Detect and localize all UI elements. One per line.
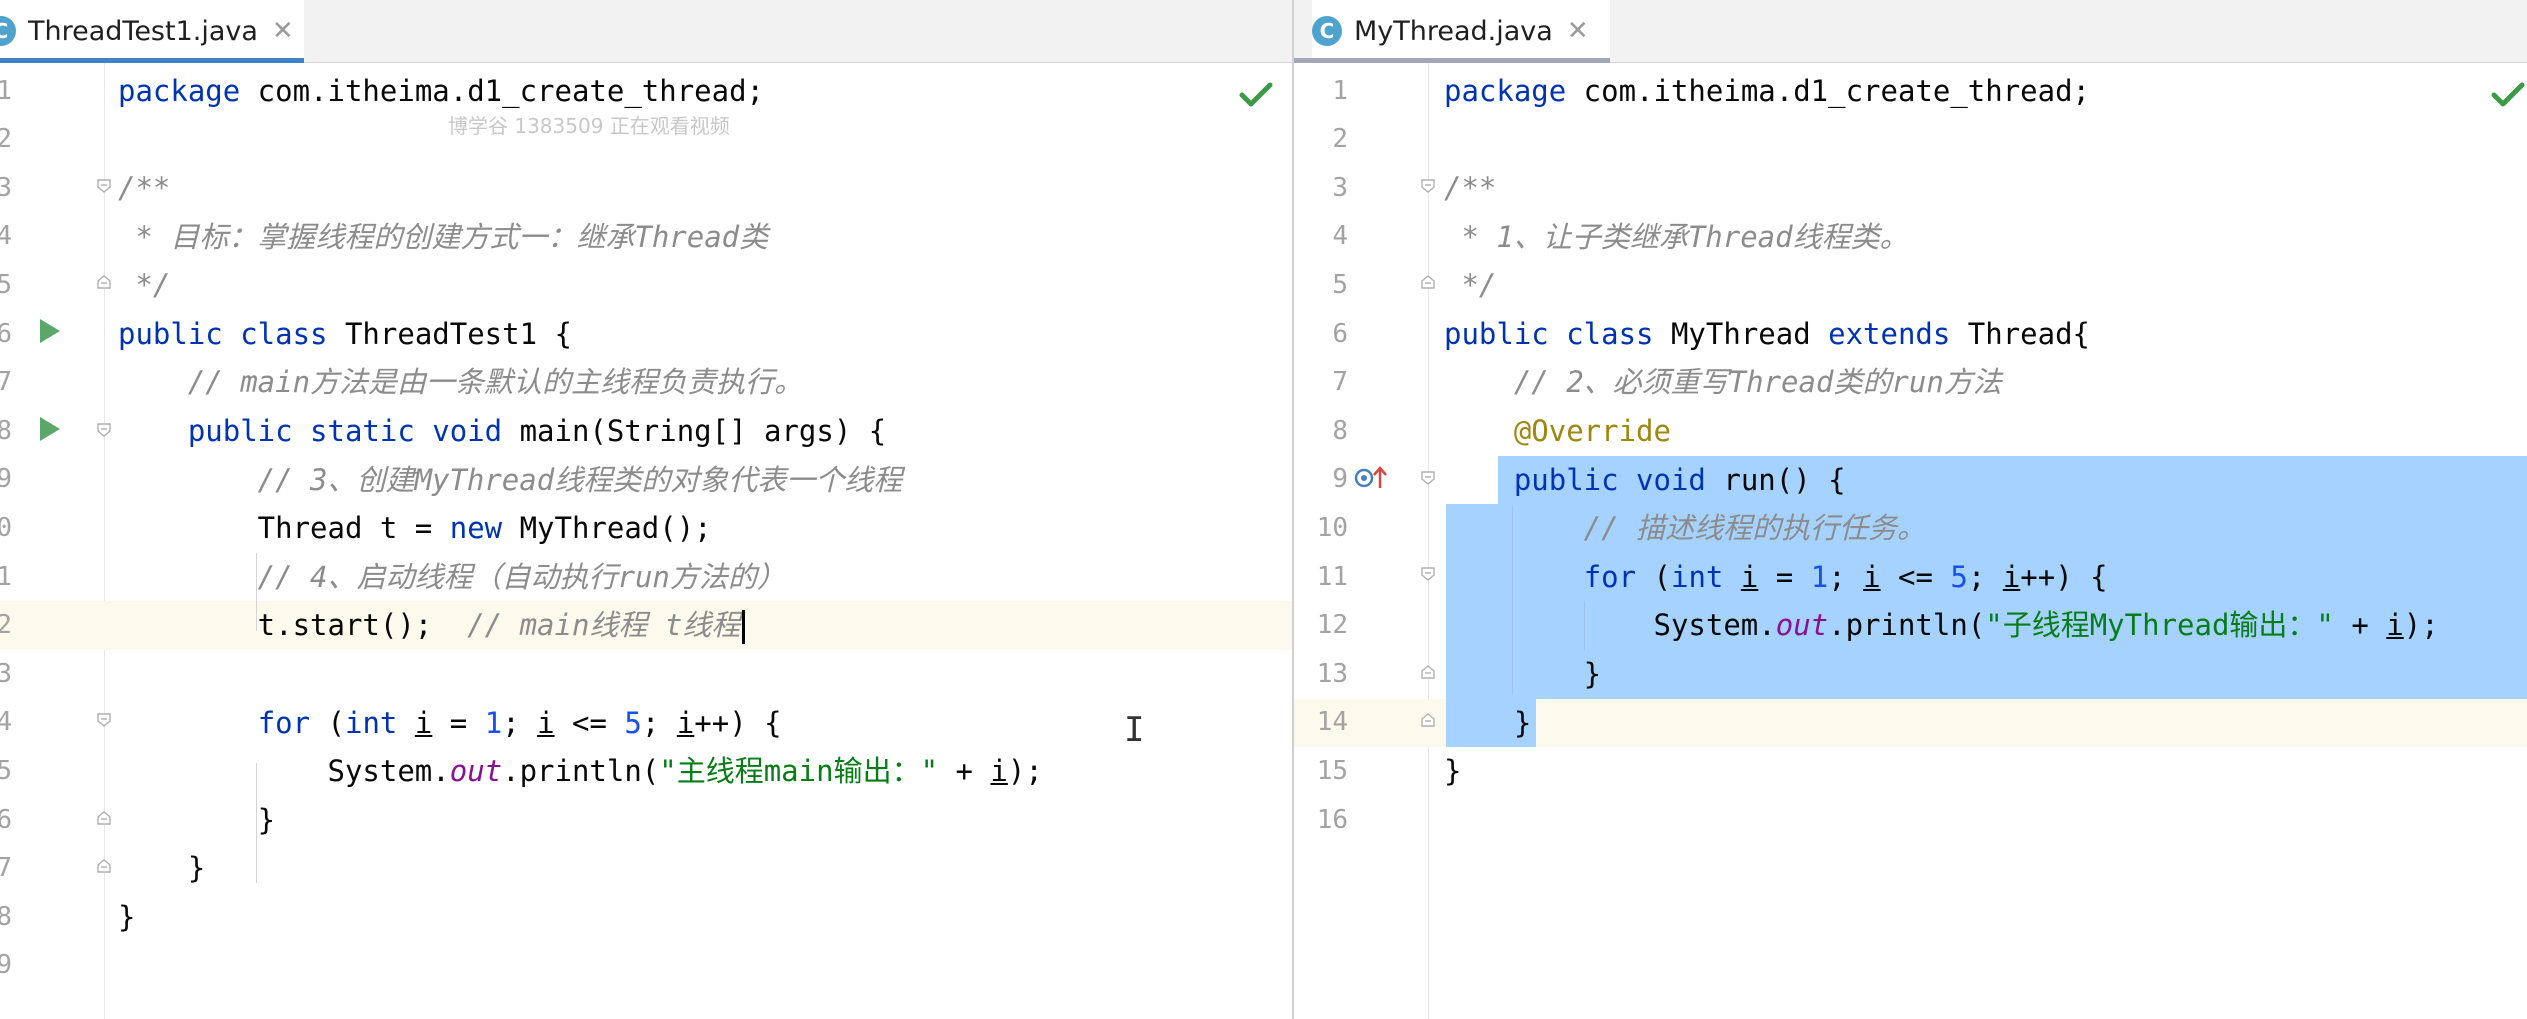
line-number: 3: [0, 172, 12, 203]
line-number: 3: [0, 658, 12, 689]
line-number: 5: [0, 270, 12, 300]
code-line-9: // 3、创建MyThread线程类的对象代表一个线程: [118, 462, 903, 497]
line-number: 6: [0, 804, 12, 835]
fold-marker-icon[interactable]: [96, 274, 112, 290]
right-editor-pane: C MyThread.java ✕ package com.itheima.d1…: [1294, 0, 2527, 1019]
line-number: 1: [0, 75, 12, 106]
code-line-15: System.out.println("主线程main输出：" + i);: [118, 754, 1043, 789]
line-number: 6: [1332, 318, 1348, 349]
close-icon[interactable]: ✕: [1567, 16, 1589, 46]
line-number: 3: [1332, 172, 1348, 203]
fold-marker-icon[interactable]: [1420, 566, 1436, 582]
code-line-4: * 目标：掌握线程的创建方式一：继承Thread类: [118, 219, 769, 254]
code-line-6: public class MyThread extends Thread{: [1444, 316, 2091, 351]
close-icon[interactable]: ✕: [272, 16, 294, 46]
line-number: 2: [0, 124, 12, 155]
line-number: 4: [0, 707, 12, 738]
java-class-icon: C: [0, 16, 16, 46]
line-number: 8: [0, 901, 12, 932]
code-line-10: Thread t = new MyThread();: [118, 511, 712, 546]
watermark-text: 博学谷 1383509 正在观看视频: [448, 114, 730, 138]
overrides-method-icon[interactable]: [1354, 464, 1390, 492]
line-number: 14: [1316, 707, 1348, 738]
right-tab-bar: C MyThread.java ✕: [1294, 0, 2527, 63]
line-number: 10: [1316, 513, 1348, 543]
code-editor[interactable]: package com.itheima.d1_create_thread; /*…: [0, 63, 1292, 1019]
code-line-4: * 1、让子类继承Thread线程类。: [1444, 219, 1909, 254]
fold-marker-icon[interactable]: [1420, 178, 1436, 194]
line-number: 15: [1316, 756, 1348, 786]
fold-marker-icon[interactable]: [1420, 712, 1436, 728]
left-editor-pane: C ThreadTest1.java ✕ package com.itheima…: [0, 0, 1292, 1019]
run-main-icon[interactable]: [40, 417, 60, 441]
fold-marker-icon[interactable]: [1420, 274, 1436, 290]
tab-threadtest1[interactable]: C ThreadTest1.java ✕: [0, 0, 304, 63]
fold-marker-icon[interactable]: [96, 422, 112, 438]
code-line-11: // 4、启动线程（自动执行run方法的）: [118, 559, 786, 594]
line-number: 5: [0, 756, 12, 786]
code-line-14: for (int i = 1; i <= 5; i++) {: [257, 705, 782, 740]
tab-title: MyThread.java: [1354, 15, 1553, 47]
code-line-5: */: [1444, 268, 1497, 303]
tab-title: ThreadTest1.java: [28, 15, 258, 47]
line-number: 6: [0, 318, 12, 349]
line-number: 12: [1316, 610, 1348, 641]
code-editor[interactable]: package com.itheima.d1_create_thread; /*…: [1294, 63, 2527, 1019]
code-line-8: @Override: [1444, 414, 1671, 448]
code-line-17: }: [118, 851, 206, 886]
code-line-18: }: [118, 900, 136, 934]
line-number: 2: [0, 610, 12, 641]
text-caret: [742, 610, 746, 645]
mouse-cursor-icon: I: [1124, 710, 1145, 750]
code-line-12: System.out.println("子线程MyThread输出：" + i)…: [1444, 608, 2439, 643]
line-number: 2: [1332, 124, 1348, 155]
line-number: 4: [1332, 221, 1348, 252]
code-line-16: }: [118, 802, 276, 837]
check-icon[interactable]: [1238, 80, 1274, 110]
fold-marker-icon[interactable]: [96, 712, 112, 728]
line-number: 16: [1316, 804, 1348, 835]
line-number: 8: [0, 415, 12, 446]
code-line-15: }: [1444, 754, 1462, 789]
java-class-icon: C: [1312, 16, 1342, 46]
line-number: 9: [1332, 464, 1348, 495]
line-number: 7: [1332, 367, 1348, 398]
left-tab-bar: C ThreadTest1.java ✕: [0, 0, 1292, 63]
code-line-14: }: [1444, 705, 1532, 740]
run-class-icon[interactable]: [40, 319, 60, 343]
fold-marker-icon[interactable]: [96, 178, 112, 194]
code-line-7: // main方法是由一条默认的主线程负责执行。: [118, 365, 804, 400]
code-line-5: */: [118, 268, 171, 303]
line-number: 8: [1332, 415, 1348, 446]
code-line-3: /**: [1444, 171, 1497, 205]
line-number: 7: [0, 367, 12, 398]
code-line-3: /**: [118, 171, 171, 205]
code-line-8: public static void main(String[] args) {: [118, 414, 887, 448]
line-number: 9: [0, 950, 12, 981]
code-line-1: package com.itheima.d1_create_thread;: [1444, 73, 2091, 108]
fold-marker-icon[interactable]: [96, 858, 112, 874]
code-line-9: public void run() {: [1444, 462, 1846, 497]
code-line-11: for (int i = 1; i <= 5; i++) {: [1583, 559, 2108, 594]
code-line-6: public class ThreadTest1 {: [118, 316, 572, 351]
line-number: 5: [1332, 270, 1348, 300]
code-line-1: package com.itheima.d1_create_thread;: [118, 73, 765, 108]
code-line-13: }: [1444, 657, 1602, 691]
code-line-10: // 描述线程的执行任务。: [1444, 511, 1927, 546]
code-line-12: t.start(); // main线程 t线程: [118, 601, 1292, 650]
fold-marker-icon[interactable]: [1420, 664, 1436, 680]
fold-marker-icon[interactable]: [96, 810, 112, 826]
tab-mythread[interactable]: C MyThread.java ✕: [1294, 0, 1610, 63]
line-number: 11: [1316, 561, 1348, 592]
code-line-7: // 2、必须重写Thread类的run方法: [1444, 365, 2002, 400]
fold-marker-icon[interactable]: [1420, 470, 1436, 486]
check-icon[interactable]: [2490, 80, 2526, 110]
line-number: 4: [0, 221, 12, 252]
line-number: 9: [0, 464, 12, 495]
line-number: 1: [1332, 75, 1348, 106]
line-number: 1: [0, 561, 12, 592]
line-number: 7: [0, 853, 12, 884]
line-number: 0: [0, 513, 12, 543]
line-number: 13: [1316, 658, 1348, 689]
